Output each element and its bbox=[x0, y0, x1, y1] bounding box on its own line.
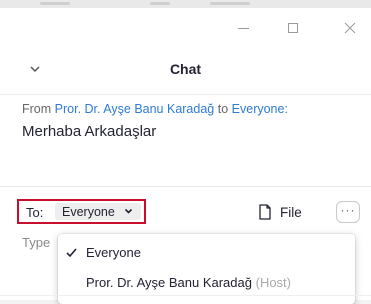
recipient-menu-item-label: Pror. Dr. Ayşe Banu Karadağ (Host) bbox=[86, 275, 291, 290]
minimize-button[interactable] bbox=[230, 18, 256, 38]
maximize-icon bbox=[288, 23, 298, 33]
background-smudge bbox=[210, 2, 250, 5]
composer-divider bbox=[0, 186, 371, 187]
more-options-button[interactable]: ··· bbox=[336, 201, 360, 223]
recipient-menu-item-host[interactable]: Pror. Dr. Ayşe Banu Karadağ (Host) bbox=[58, 268, 355, 298]
recipient-selector-highlight: To: Everyone bbox=[17, 199, 146, 224]
message-prefix: From bbox=[22, 102, 52, 116]
file-button[interactable]: File bbox=[258, 203, 302, 221]
maximize-button[interactable] bbox=[280, 18, 306, 38]
background-strip bbox=[0, 0, 371, 8]
recipient-menu-item-label: Everyone bbox=[86, 245, 141, 260]
file-icon bbox=[259, 204, 271, 220]
close-button[interactable] bbox=[337, 18, 363, 38]
host-badge: (Host) bbox=[255, 275, 291, 290]
chat-window: Chat From Pror. Dr. Ayşe Banu Karadağ to… bbox=[0, 8, 371, 304]
close-icon bbox=[344, 22, 356, 34]
bottom-border bbox=[0, 295, 371, 296]
recipient-menu-item-everyone[interactable]: Everyone bbox=[58, 238, 355, 268]
to-label: To: bbox=[26, 205, 44, 220]
chevron-down-icon bbox=[124, 208, 133, 214]
recipient-menu: Everyone Pror. Dr. Ayşe Banu Karadağ (Ho… bbox=[58, 234, 355, 304]
minimize-icon bbox=[237, 27, 249, 29]
chat-title: Chat bbox=[169, 61, 202, 77]
sender-link[interactable]: Pror. Dr. Ayşe Banu Karadağ bbox=[55, 102, 215, 116]
checkmark-icon bbox=[66, 248, 77, 258]
message-meta: From Pror. Dr. Ayşe Banu Karadağ to Ever… bbox=[22, 102, 288, 116]
chat-header: Chat bbox=[0, 46, 371, 95]
message-text: Merhaba Arkadaşlar bbox=[22, 123, 157, 140]
host-name: Pror. Dr. Ayşe Banu Karadağ bbox=[86, 275, 252, 290]
recipient-dropdown[interactable]: Everyone bbox=[55, 203, 141, 220]
background-smudge bbox=[40, 2, 70, 5]
more-options-icon: ··· bbox=[340, 203, 356, 217]
background-smudge bbox=[150, 2, 170, 5]
message-connector: to bbox=[217, 102, 229, 116]
recipient-dropdown-value: Everyone bbox=[62, 205, 115, 219]
message-input-placeholder[interactable]: Type bbox=[22, 235, 50, 250]
recipient-link[interactable]: Everyone: bbox=[232, 102, 288, 116]
file-button-label: File bbox=[280, 204, 302, 220]
